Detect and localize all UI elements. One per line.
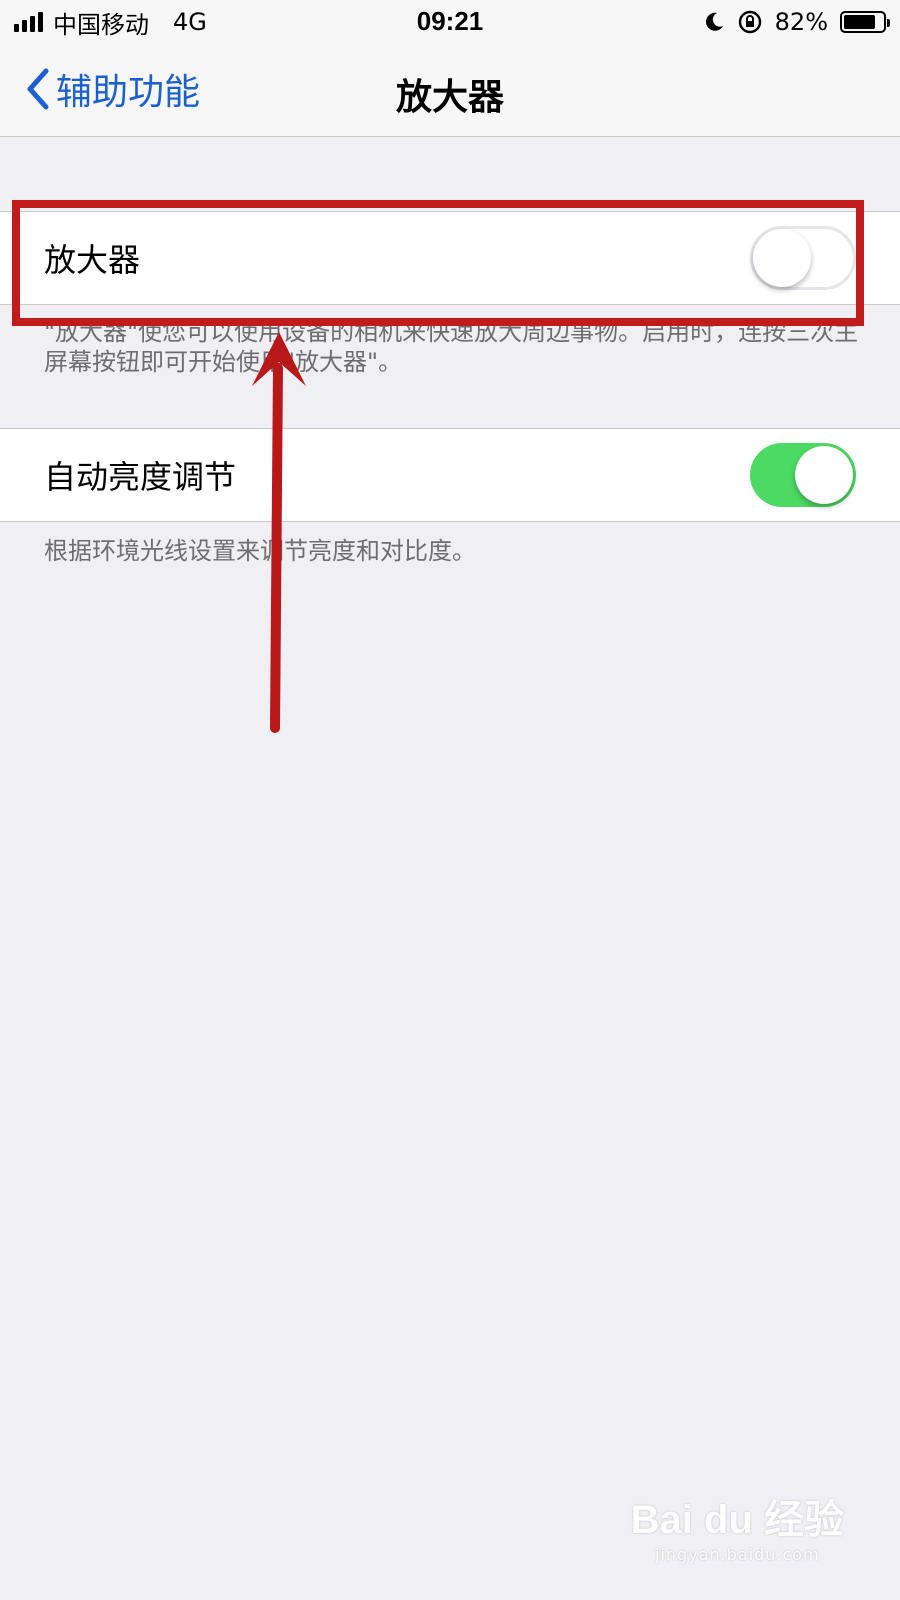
watermark-logo-text: Bai du 经验 [630, 1498, 844, 1542]
toggle-knob [795, 446, 853, 504]
moon-icon [705, 12, 723, 31]
settings-group-magnifier: 放大器 [0, 211, 900, 305]
magnifier-toggle[interactable] [750, 226, 856, 290]
setting-label-auto-brightness: 自动亮度调节 [44, 458, 237, 496]
watermark-url: jingyan.baidu.com [655, 1545, 820, 1564]
status-right: 82% [703, 6, 890, 38]
baidu-jingyan-watermark: Bai du 经验 jingyan.baidu.com [631, 1487, 844, 1564]
battery-percent: 82% [774, 8, 828, 36]
navigation-bar: 辅助功能 放大器 [0, 44, 900, 137]
setting-row-magnifier: 放大器 [0, 212, 900, 304]
magnifier-footer-text: "放大器"使您可以使用设备的相机来快速放大周边事物。启用时，连按三次主屏幕按钮即… [44, 318, 859, 376]
setting-label-magnifier: 放大器 [44, 241, 141, 279]
watermark-logo: Bai du 经验 [631, 1487, 844, 1545]
battery-level [844, 15, 876, 29]
battery-icon [840, 11, 890, 33]
rotation-lock-icon [738, 10, 761, 34]
toggle-knob [753, 229, 811, 287]
auto-brightness-toggle[interactable] [750, 443, 856, 507]
status-bar: 中国移动 4G 09:21 82% [0, 0, 900, 44]
settings-group-auto-brightness: 自动亮度调节 [0, 428, 900, 522]
setting-row-auto-brightness: 自动亮度调节 [0, 429, 900, 521]
auto-brightness-footer-text: 根据环境光线设置来调节亮度和对比度。 [44, 537, 476, 565]
page-title: 放大器 [395, 77, 504, 118]
